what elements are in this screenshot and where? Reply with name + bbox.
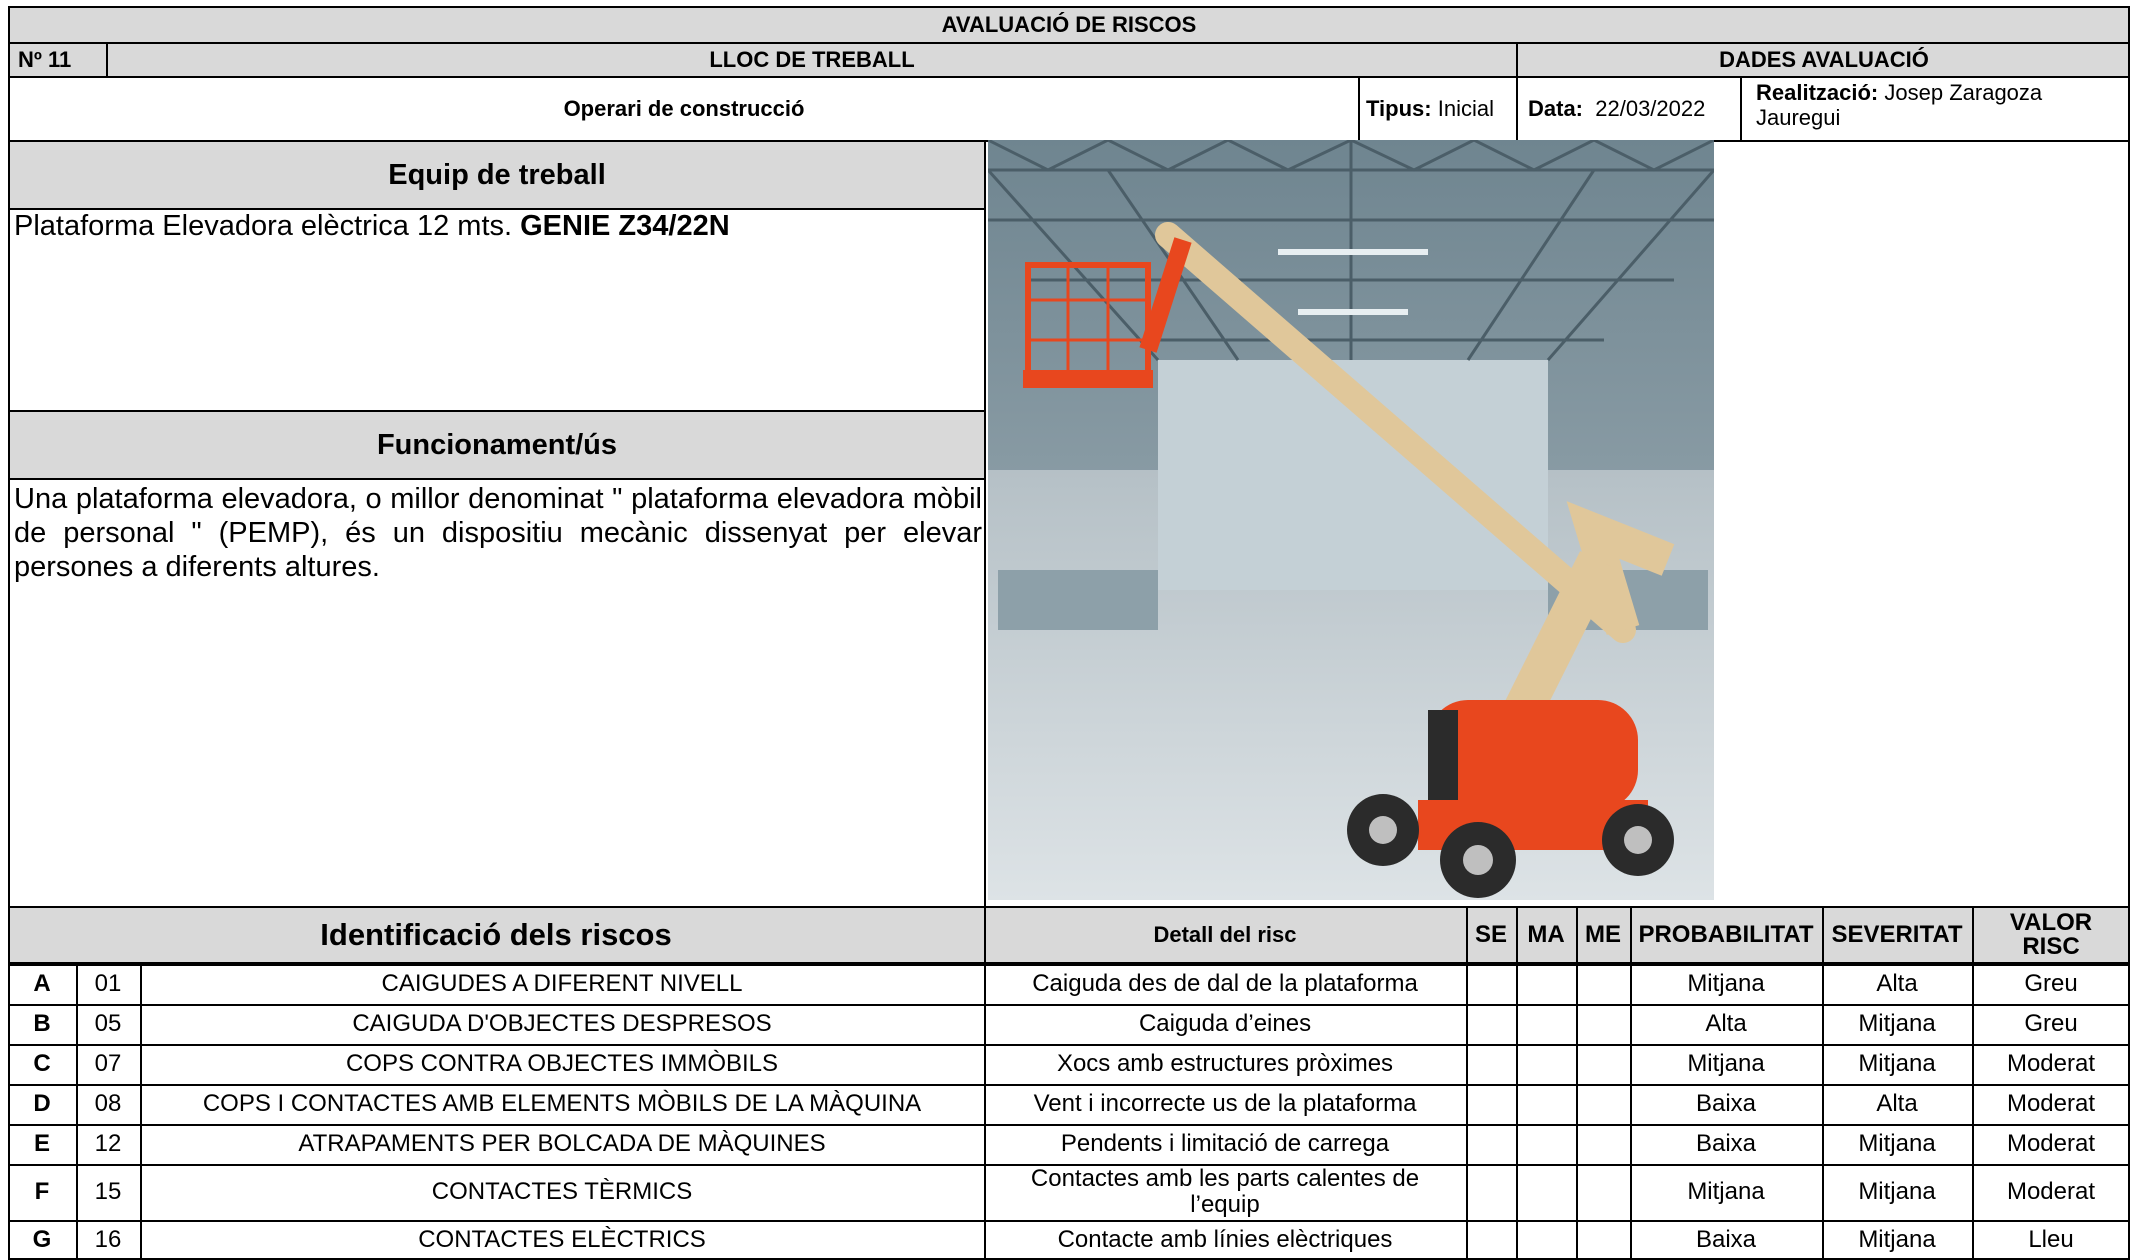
- risk-value: Moderat: [2006, 1178, 2096, 1205]
- header-severitat: SEVERITAT: [1831, 921, 1963, 948]
- risk-se: [1468, 1004, 1514, 1044]
- tipus-label: Tipus:: [1366, 96, 1432, 121]
- risk-me: [1578, 1004, 1628, 1044]
- document-title: AVALUACIÓ DE RISCOS: [941, 12, 1197, 37]
- risk-se: [1468, 1124, 1514, 1164]
- risk-name: ATRAPAMENTS PER BOLCADA DE MÀQUINES: [298, 1130, 826, 1157]
- risk-name: COPS I CONTACTES AMB ELEMENTS MÒBILS DE …: [202, 1090, 922, 1117]
- header-identificacio: Identificació dels riscos: [320, 917, 672, 952]
- risk-severity: Alta: [1876, 970, 1918, 997]
- date-value: 22/03/2022: [1595, 96, 1706, 121]
- risk-severity: Mitjana: [1858, 1178, 1936, 1205]
- risk-value: Greu: [2024, 1010, 2078, 1037]
- risk-value: Moderat: [2006, 1050, 2096, 1077]
- risk-probability: Baixa: [1695, 1090, 1757, 1117]
- header-valor-risc: VALOR RISC: [2009, 909, 2093, 960]
- risk-code: 15: [94, 1178, 122, 1205]
- risk-detail: Pendents i limitació de carrega: [1060, 1130, 1390, 1157]
- equip-heading: Equip de treball: [388, 158, 606, 191]
- risk-me: [1578, 1084, 1628, 1124]
- date-field: Data: 22/03/2022: [1528, 76, 1740, 142]
- risk-ma: [1518, 1044, 1574, 1084]
- risk-letter: F: [34, 1178, 50, 1205]
- risk-name: CONTACTES ELÈCTRICS: [418, 1226, 706, 1253]
- risk-detail: Contacte amb línies elèctriques: [1057, 1226, 1393, 1253]
- risk-me: [1578, 964, 1628, 1004]
- risk-detail: Caiguda des de dal de la plataforma: [1032, 970, 1418, 997]
- risk-value: Greu: [2024, 970, 2078, 997]
- risk-ma: [1518, 1164, 1574, 1220]
- header-me: ME: [1585, 921, 1621, 948]
- risk-se: [1468, 1164, 1514, 1220]
- risk-ma: [1518, 1004, 1574, 1044]
- header-detall: Detall del risc: [1153, 922, 1297, 947]
- risk-probability: Mitjana: [1687, 970, 1765, 997]
- eval-label: DADES AVALUACIÓ: [1719, 47, 1929, 72]
- equip-model: GENIE Z34/22N: [520, 209, 730, 242]
- risk-detail: Caiguda d’eines: [1138, 1010, 1312, 1037]
- risk-code: 08: [94, 1090, 122, 1117]
- risk-probability: Mitjana: [1687, 1050, 1765, 1077]
- risk-name: COPS CONTRA OBJECTES IMMÒBILS: [345, 1050, 779, 1077]
- risk-probability: Mitjana: [1687, 1178, 1765, 1205]
- risk-probability: Baixa: [1695, 1130, 1757, 1157]
- author-label: Realització:: [1756, 80, 1879, 105]
- risk-severity: Mitjana: [1858, 1226, 1936, 1253]
- risk-name: CAIGUDES A DIFERENT NIVELL: [381, 970, 743, 997]
- risk-letter: B: [33, 1010, 51, 1037]
- risk-probability: Alta: [1705, 1010, 1747, 1037]
- risk-detail: Vent i incorrecte us de la plataforma: [1033, 1090, 1417, 1117]
- risk-letter: C: [33, 1050, 51, 1077]
- header-se: SE: [1474, 921, 1507, 948]
- tipus-value: Inicial: [1437, 96, 1494, 121]
- author-field: Realització: Josep Zaragoza Jauregui: [1756, 76, 2126, 142]
- risk-severity: Mitjana: [1858, 1050, 1936, 1077]
- risk-se: [1468, 1084, 1514, 1124]
- risk-value: Moderat: [2006, 1130, 2096, 1157]
- risk-code: 01: [94, 970, 122, 997]
- risk-ma: [1518, 1220, 1574, 1260]
- equipment-photo: [988, 140, 1714, 900]
- risk-me: [1578, 1124, 1628, 1164]
- risk-letter: E: [33, 1130, 50, 1157]
- risk-severity: Mitjana: [1858, 1010, 1936, 1037]
- risk-se: [1468, 1044, 1514, 1084]
- risk-name: CONTACTES TÈRMICS: [431, 1178, 693, 1205]
- risk-name: CAIGUDA D'OBJECTES DESPRESOS: [352, 1010, 772, 1037]
- funcionament-text: Una plataforma elevadora, o millor denom…: [14, 483, 982, 583]
- risk-letter: A: [33, 970, 51, 997]
- risk-code: 05: [94, 1010, 122, 1037]
- equip-text: Plataforma Elevadora elèctrica 12 mts.: [14, 209, 513, 242]
- risk-code: 07: [94, 1050, 122, 1077]
- sheet-number: Nº 11: [18, 47, 72, 72]
- risk-value: Moderat: [2006, 1090, 2096, 1117]
- header-ma: MA: [1527, 921, 1565, 948]
- risk-detail: Xocs amb estructures pròximes: [1056, 1050, 1394, 1077]
- risk-se: [1468, 1220, 1514, 1260]
- risk-severity: Mitjana: [1858, 1130, 1936, 1157]
- risk-ma: [1518, 964, 1574, 1004]
- risk-code: 16: [94, 1226, 122, 1253]
- tipus-field: Tipus: Inicial: [1366, 76, 1516, 142]
- risk-me: [1578, 1044, 1628, 1084]
- risk-ma: [1518, 1084, 1574, 1124]
- risk-se: [1468, 964, 1514, 1004]
- risk-letter: G: [32, 1226, 52, 1253]
- header-probabilitat: PROBABILITAT: [1638, 921, 1814, 948]
- job-label: LLOC DE TREBALL: [709, 47, 915, 72]
- equip-description: Plataforma Elevadora elèctrica 12 mts. G…: [14, 208, 974, 244]
- date-label: Data:: [1528, 96, 1584, 121]
- funcionament-heading: Funcionament/ús: [376, 428, 618, 461]
- risk-probability: Baixa: [1695, 1226, 1757, 1253]
- job-name: Operari de construcció: [563, 96, 805, 121]
- risk-me: [1578, 1220, 1628, 1260]
- risk-code: 12: [94, 1130, 122, 1157]
- risk-detail: Contactes amb les parts calentes de l’eq…: [1030, 1165, 1420, 1218]
- risk-letter: D: [33, 1090, 51, 1117]
- risk-severity: Alta: [1876, 1090, 1918, 1117]
- risk-value: Lleu: [2028, 1226, 2074, 1253]
- risk-ma: [1518, 1124, 1574, 1164]
- risk-me: [1578, 1164, 1628, 1220]
